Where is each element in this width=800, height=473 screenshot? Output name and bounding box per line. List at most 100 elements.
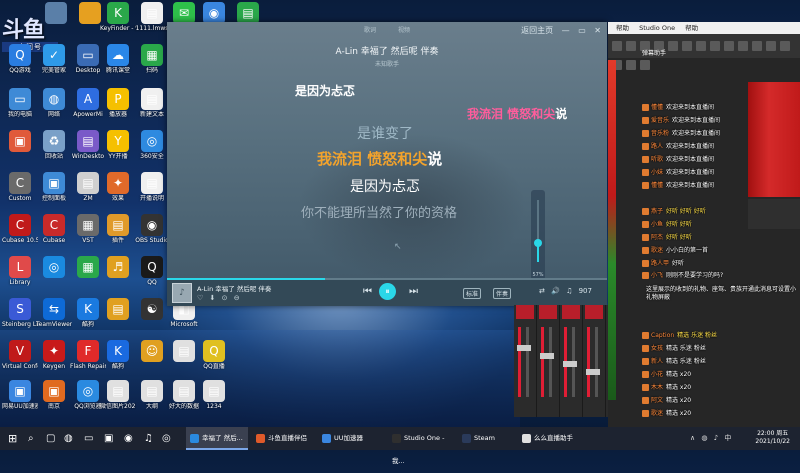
music-player-window[interactable]: 歌词 视频 返回主页 — ▭ ✕ A-Lin 幸福了 然后呢 伴奏 未知歌手 是… bbox=[167, 22, 607, 306]
desktop-icon-qqbox[interactable]: ♬ bbox=[100, 256, 136, 279]
toolbar-button[interactable] bbox=[682, 41, 692, 51]
desktop-icon-ms[interactable]: ▦ 扫码 bbox=[134, 44, 170, 74]
minimize-button[interactable]: — bbox=[562, 26, 570, 35]
desktop-icon-f1234[interactable]: ▤ 1234 bbox=[196, 380, 232, 410]
record-button[interactable] bbox=[562, 305, 580, 319]
desktop-icon-file-1111[interactable]: ▤ 1111.lmws bbox=[134, 2, 170, 32]
download-icon[interactable]: ⬇ bbox=[210, 294, 216, 302]
desktop-icon-ctrl[interactable]: ▣ 控制面板 bbox=[36, 172, 72, 202]
desktop-icon-luyin[interactable]: ▣ 网易UU加速器 bbox=[2, 380, 38, 410]
record-button[interactable] bbox=[516, 305, 534, 319]
toolbar-button[interactable] bbox=[780, 41, 790, 51]
close-button[interactable]: ✕ bbox=[594, 26, 601, 35]
desktop-icon-recycle2[interactable]: ♻ 回收站 bbox=[36, 130, 72, 160]
edge-icon[interactable]: ◍ bbox=[64, 427, 73, 450]
tray-chevron-icon[interactable]: ∧ bbox=[690, 434, 695, 442]
next-button[interactable]: ⏭ bbox=[409, 286, 418, 297]
toolbar-button[interactable] bbox=[612, 41, 622, 51]
tab-lyrics[interactable]: 歌词 bbox=[364, 27, 376, 34]
folder-icon[interactable]: ▭ bbox=[84, 427, 93, 450]
fader-track[interactable] bbox=[526, 327, 529, 397]
shuffle-icon[interactable]: ⇄ bbox=[539, 287, 545, 295]
app-icon[interactable]: ◎ bbox=[162, 427, 171, 450]
desktop-icon-wechat-file[interactable]: ▤微信图片2021061 bbox=[100, 380, 136, 410]
menu-item[interactable]: Studio One bbox=[639, 24, 675, 32]
desktop-icon-c2[interactable]: C Cubase bbox=[36, 214, 72, 244]
tab-video[interactable]: 视频 bbox=[398, 27, 410, 34]
desktop-icon-tai[interactable]: ☯ bbox=[134, 298, 170, 321]
taskbar-app[interactable]: UU加速器 bbox=[318, 427, 392, 450]
fader-knob[interactable] bbox=[586, 369, 600, 375]
desktop-icon-library[interactable]: L Library bbox=[2, 256, 38, 286]
ime-icon[interactable]: 中 bbox=[724, 434, 731, 442]
desktop-icon-face[interactable]: ☺ bbox=[134, 340, 170, 363]
desktop-icon-steinberg[interactable]: SSteinberg Library bbox=[2, 298, 38, 328]
clock[interactable]: 22:00 周五 2021/10/22 bbox=[755, 430, 790, 446]
desktop-icon-pack2[interactable]: ▤ 插件 bbox=[100, 214, 136, 244]
desktop-icon-obs2[interactable]: ◉ OBS Studio bbox=[134, 214, 170, 244]
desktop-icon-qq-game[interactable]: Q QQ游戏 bbox=[2, 44, 38, 74]
studio-one-window[interactable]: 帮助 Studio One 帮助 bbox=[608, 22, 800, 427]
desktop-icon-keyfinder[interactable]: KKeyFinder - 快捷方式 bbox=[100, 2, 136, 32]
desktop-icon-net[interactable]: ◍ 网络 bbox=[36, 88, 72, 118]
desktop-icon-txt[interactable]: ▤ 开播说明 bbox=[134, 172, 170, 202]
toolbar-button[interactable] bbox=[752, 41, 762, 51]
desktop-icon-kugou[interactable]: K 酷狗 bbox=[100, 340, 136, 370]
toolbar-button[interactable] bbox=[766, 41, 776, 51]
toolbar-button[interactable] bbox=[626, 41, 636, 51]
previous-button[interactable]: ⏮ bbox=[363, 286, 372, 297]
desktop-icon-yy[interactable]: Y YY开播 bbox=[100, 130, 136, 160]
fader-knob[interactable] bbox=[540, 353, 554, 359]
fader-knob[interactable] bbox=[563, 361, 577, 367]
toolbar-button[interactable] bbox=[626, 60, 636, 70]
store-icon[interactable]: ▣ bbox=[104, 427, 113, 450]
app-icon[interactable]: ◉ bbox=[124, 427, 133, 450]
desktop-icon-obs[interactable]: ▣ bbox=[2, 130, 38, 153]
desktop-icon-custom[interactable]: C Custom bbox=[2, 172, 38, 202]
taskbar-app[interactable]: 幸福了 然后... bbox=[186, 427, 248, 450]
start-button[interactable]: ⊞ bbox=[8, 427, 17, 450]
desktop-icon-pc[interactable]: ▭ 我的电脑 bbox=[2, 88, 38, 118]
toolbar-button[interactable] bbox=[710, 41, 720, 51]
desktop-icon-swirl[interactable]: ◎ bbox=[36, 256, 72, 279]
desktop-icon-book[interactable]: ▤ bbox=[100, 298, 136, 321]
desktop-icon-qq2[interactable]: Q QQ直播 bbox=[196, 340, 232, 370]
volume-icon[interactable]: 🔊 bbox=[551, 287, 560, 295]
toolbar-button[interactable] bbox=[640, 60, 650, 70]
toolbar-button[interactable] bbox=[696, 41, 706, 51]
menu-item[interactable]: 帮助 bbox=[616, 24, 629, 32]
desktop-icon-teamviewer[interactable]: ⇆ TeamViewer bbox=[36, 298, 72, 328]
speaker-icon[interactable]: ♪ bbox=[714, 434, 718, 442]
desktop-icon-virtual[interactable]: VVirtual Conference bbox=[2, 340, 38, 370]
like-icon[interactable]: ♡ bbox=[197, 294, 203, 302]
network-icon[interactable]: ◍ bbox=[701, 434, 707, 442]
desktop-icon-cloud[interactable]: ☁ 腾讯课堂 bbox=[100, 44, 136, 74]
volume-slider[interactable]: 57% bbox=[531, 190, 545, 280]
info-icon[interactable]: ⊙ bbox=[222, 294, 228, 302]
desktop-icon-pack[interactable]: P 播放器 bbox=[100, 88, 136, 118]
toolbar-button[interactable] bbox=[738, 41, 748, 51]
search-icon[interactable]: ⌕ bbox=[28, 427, 34, 450]
album-thumbnail[interactable]: ♪ bbox=[172, 283, 192, 303]
desktop-icon-gift[interactable]: ✦ 效果 bbox=[100, 172, 136, 202]
quality-button[interactable]: 标准 bbox=[463, 288, 482, 299]
record-button[interactable] bbox=[585, 305, 603, 319]
desktop-icon-qq[interactable]: Q QQ bbox=[134, 256, 170, 286]
mixer-channel[interactable] bbox=[560, 305, 583, 417]
toolbar-button[interactable] bbox=[724, 41, 734, 51]
fader-knob[interactable] bbox=[517, 345, 531, 351]
desktop-icon-cubase[interactable]: C Cubase 10.5 bbox=[2, 214, 38, 244]
accompaniment-button[interactable]: 伴奏 bbox=[493, 288, 512, 299]
pause-button[interactable]: ⏸ bbox=[379, 283, 396, 300]
toolbar-button[interactable] bbox=[654, 41, 664, 51]
back-home-button[interactable]: 返回主页 bbox=[521, 26, 553, 35]
toolbar-button[interactable] bbox=[668, 41, 678, 51]
fader-track[interactable] bbox=[549, 327, 552, 397]
playlist-count[interactable]: 907 bbox=[579, 287, 592, 295]
desktop-icon-360[interactable]: ◎ 360安全 bbox=[134, 130, 170, 160]
volume-knob[interactable] bbox=[534, 239, 542, 248]
desktop-icon-outline[interactable]: ▤ 大纲 bbox=[134, 380, 170, 410]
lyrics-icon[interactable]: ♫ bbox=[566, 287, 572, 295]
desktop-icon-recycle[interactable] bbox=[38, 2, 74, 25]
taskbar-app[interactable]: Steam bbox=[458, 427, 522, 450]
